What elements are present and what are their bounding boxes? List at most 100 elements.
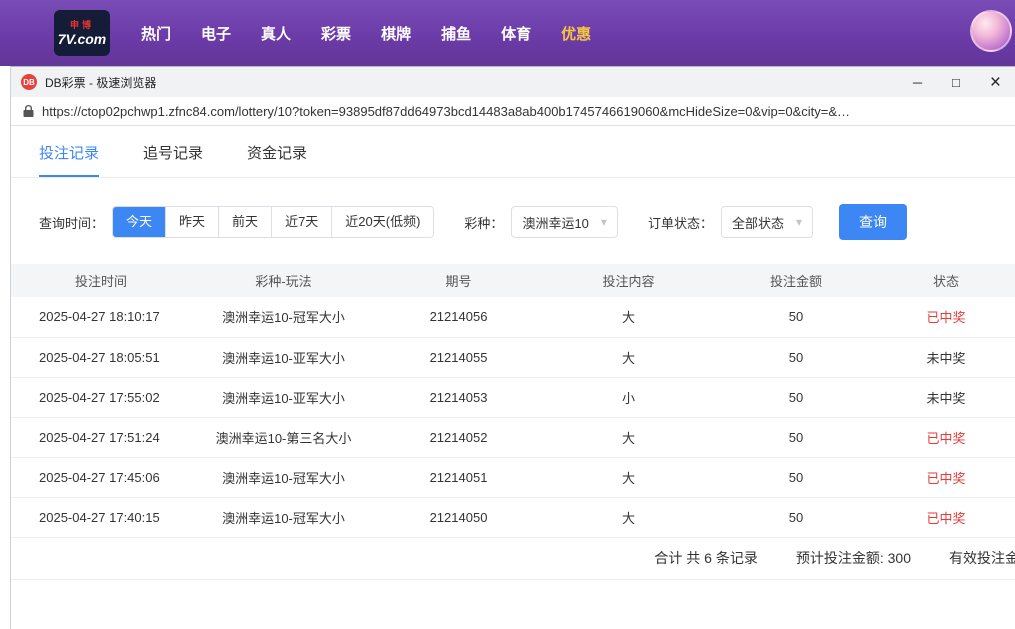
address-bar[interactable]: https://ctop02pchwp1.zfnc84.com/lottery/…: [11, 97, 1015, 126]
time-option-day-before[interactable]: 前天: [218, 207, 272, 237]
time-option-today[interactable]: 今天: [113, 207, 166, 237]
cell-amount: 50: [716, 417, 876, 458]
cell-content: 大: [541, 497, 716, 538]
top-navbar: 申博 7V.com 热门 电子 真人 彩票 棋牌 捕鱼 体育 优惠: [0, 0, 1015, 66]
cell-play: 澳洲幸运10-亚军大小: [191, 337, 376, 378]
col-issue: 期号: [376, 264, 541, 297]
col-status: 状态: [876, 264, 1015, 297]
nav-item-hot[interactable]: 热门: [126, 13, 186, 54]
filter-bar: 查询时间： 今天 昨天 前天 近7天 近20天(低频) 彩种： 澳洲幸运10 ▾…: [11, 204, 1015, 240]
cell-amount: 50: [716, 297, 876, 338]
time-option-20days-lowfreq[interactable]: 近20天(低频): [331, 207, 434, 237]
cell-amount: 50: [716, 497, 876, 538]
chevron-down-icon: ▾: [600, 215, 607, 229]
table-row: 2025-04-27 17:51:24 澳洲幸运10-第三名大小 2121405…: [11, 417, 1015, 458]
cell-amount: 50: [716, 377, 876, 418]
cell-content: 小: [541, 377, 716, 418]
cell-issue: 21214055: [376, 337, 541, 378]
cell-time: 2025-04-27 17:55:02: [11, 377, 191, 418]
lottery-filter-label: 彩种：: [464, 215, 504, 231]
table-row: 2025-04-27 17:55:02 澳洲幸运10-亚军大小 21214053…: [11, 377, 1015, 418]
table-row: 2025-04-27 18:10:17 澳洲幸运10-冠军大小 21214056…: [11, 297, 1015, 338]
order-status-select-value: 全部状态: [731, 215, 784, 231]
cell-status: 已中奖: [876, 457, 1015, 498]
brand-logo[interactable]: 申博 7V.com: [54, 10, 110, 56]
col-bet-time: 投注时间: [11, 264, 191, 297]
cell-issue: 21214053: [376, 377, 541, 418]
window-titlebar: DB DB彩票 - 极速浏览器 ─ □ ×: [11, 66, 1015, 97]
window-controls: ─ □ ×: [913, 73, 1001, 92]
brand-logo-text-cn: 申博: [69, 19, 94, 30]
browser-favicon: DB: [21, 74, 37, 90]
cell-status: 未中奖: [876, 377, 1015, 418]
cell-time: 2025-04-27 18:05:51: [11, 337, 191, 378]
tab-chase-records[interactable]: 追号记录: [143, 142, 203, 177]
cell-play: 澳洲幸运10-冠军大小: [191, 497, 376, 538]
cell-time: 2025-04-27 17:51:24: [11, 417, 191, 458]
record-tabs: 投注记录 追号记录 资金记录: [11, 126, 1015, 178]
lottery-select-value: 澳洲幸运10: [522, 215, 589, 231]
cell-play: 澳洲幸运10-亚军大小: [191, 377, 376, 418]
cell-issue: 21214056: [376, 297, 541, 338]
summary-bar: 合计 共 6 条记录 预计投注金额: 300 有效投注金: [11, 538, 1015, 580]
table-header-row: 投注时间 彩种-玩法 期号 投注内容 投注金额 状态: [11, 264, 1015, 297]
browser-window: DB DB彩票 - 极速浏览器 ─ □ × https://ctop02pchw…: [10, 66, 1015, 629]
col-lottery-play: 彩种-玩法: [191, 264, 376, 297]
cell-amount: 50: [716, 337, 876, 378]
cell-content: 大: [541, 417, 716, 458]
cell-issue: 21214050: [376, 497, 541, 538]
cell-content: 大: [541, 297, 716, 338]
time-filter-label: 查询时间：: [39, 215, 105, 231]
col-bet-amount: 投注金额: [716, 264, 876, 297]
cell-content: 大: [541, 337, 716, 378]
valid-amount: 有效投注金: [949, 550, 1015, 566]
cell-amount: 50: [716, 457, 876, 498]
nav-item-cards[interactable]: 棋牌: [366, 13, 426, 54]
lottery-select[interactable]: 澳洲幸运10 ▾: [511, 206, 618, 238]
cell-status: 未中奖: [876, 337, 1015, 378]
time-filter-group: 今天 昨天 前天 近7天 近20天(低频): [112, 206, 435, 238]
tab-fund-records[interactable]: 资金记录: [247, 142, 307, 177]
bet-records-table: 投注时间 彩种-玩法 期号 投注内容 投注金额 状态 2025-04-27 18…: [11, 264, 1015, 538]
time-option-7days[interactable]: 近7天: [271, 207, 332, 237]
chevron-down-icon: ▾: [795, 215, 802, 229]
user-avatar[interactable]: [970, 10, 1012, 52]
cell-time: 2025-04-27 17:40:15: [11, 497, 191, 538]
minimize-button[interactable]: ─: [913, 76, 922, 89]
cell-status: 已中奖: [876, 497, 1015, 538]
cell-issue: 21214052: [376, 417, 541, 458]
maximize-button[interactable]: □: [952, 76, 960, 89]
url-text: https://ctop02pchwp1.zfnc84.com/lottery/…: [42, 103, 851, 119]
expected-amount: 预计投注金额: 300: [795, 550, 911, 566]
nav-item-sports[interactable]: 体育: [486, 13, 546, 54]
status-filter-label: 订单状态：: [647, 215, 713, 231]
nav-item-lottery[interactable]: 彩票: [306, 13, 366, 54]
table-row: 2025-04-27 18:05:51 澳洲幸运10-亚军大小 21214055…: [11, 337, 1015, 378]
nav-item-live[interactable]: 真人: [246, 13, 306, 54]
close-button[interactable]: ×: [990, 73, 1001, 92]
page-content: 投注记录 追号记录 资金记录 查询时间： 今天 昨天 前天 近7天 近20天(低…: [11, 126, 1015, 629]
cell-time: 2025-04-27 17:45:06: [11, 457, 191, 498]
brand-logo-text-en: 7V.com: [57, 30, 107, 47]
order-status-select[interactable]: 全部状态 ▾: [720, 206, 813, 238]
search-button[interactable]: 查询: [839, 204, 907, 240]
time-option-yesterday[interactable]: 昨天: [165, 207, 219, 237]
nav-item-promo[interactable]: 优惠: [546, 13, 606, 54]
cell-issue: 21214051: [376, 457, 541, 498]
cell-play: 澳洲幸运10-冠军大小: [191, 297, 376, 338]
cell-play: 澳洲幸运10-第三名大小: [191, 417, 376, 458]
nav-item-fishing[interactable]: 捕鱼: [426, 13, 486, 54]
total-count: 合计 共 6 条记录: [654, 550, 758, 566]
table-row: 2025-04-27 17:40:15 澳洲幸运10-冠军大小 21214050…: [11, 497, 1015, 538]
cell-play: 澳洲幸运10-冠军大小: [191, 457, 376, 498]
cell-content: 大: [541, 457, 716, 498]
table-row: 2025-04-27 17:45:06 澳洲幸运10-冠军大小 21214051…: [11, 457, 1015, 498]
cell-time: 2025-04-27 18:10:17: [11, 297, 191, 338]
col-bet-content: 投注内容: [541, 264, 716, 297]
window-title: DB彩票 - 极速浏览器: [45, 75, 157, 90]
lock-icon: [23, 104, 34, 118]
nav-item-slots[interactable]: 电子: [186, 13, 246, 54]
main-nav: 热门 电子 真人 彩票 棋牌 捕鱼 体育 优惠: [126, 13, 606, 54]
tab-bet-records[interactable]: 投注记录: [39, 142, 100, 177]
cell-status: 已中奖: [876, 297, 1015, 338]
